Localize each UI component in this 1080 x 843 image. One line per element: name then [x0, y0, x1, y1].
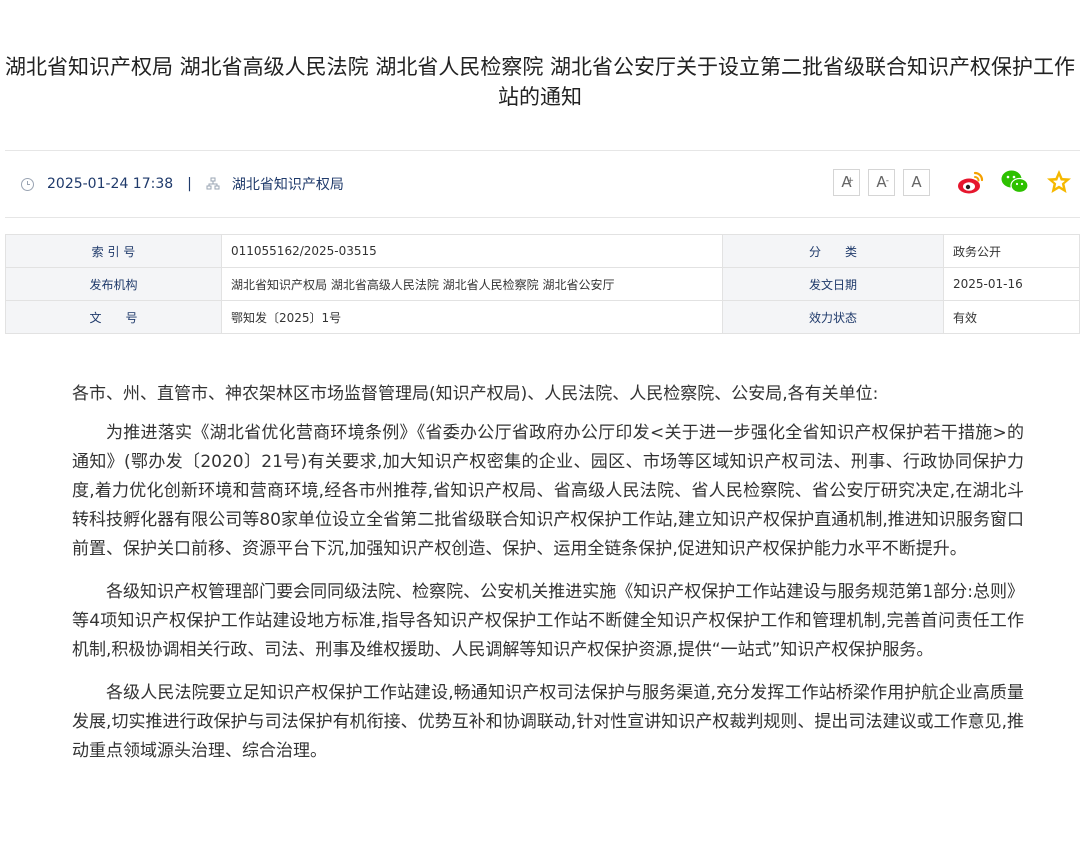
- favorite-star-icon[interactable]: [1044, 167, 1074, 197]
- font-larger-sup: +: [846, 175, 854, 186]
- publish-datetime: 2025-01-24 17:38: [47, 176, 174, 192]
- tools: A + A- A: [833, 167, 1074, 197]
- font-default-button[interactable]: A: [903, 168, 930, 196]
- paragraph-3: 各级人民法院要立足知识产权保护工作站建设,畅通知识产权司法保护与服务渠道,充分发…: [72, 683, 1024, 761]
- publish-info: 2025-01-24 17:38 | 湖北省知识产权局: [21, 174, 344, 194]
- org-chart-icon: [206, 177, 220, 190]
- weibo-icon[interactable]: [956, 167, 986, 197]
- font-larger-button[interactable]: A +: [833, 168, 860, 196]
- category-label: 分 类: [722, 234, 944, 268]
- table-row: 文 号 鄂知发〔2025〕1号 效力状态 有效: [5, 300, 1080, 334]
- table-row: 发布机构 湖北省知识产权局 湖北省高级人民法院 湖北省人民检察院 湖北省公安厅 …: [5, 267, 1080, 301]
- wechat-icon[interactable]: [1000, 167, 1030, 197]
- issue-date-value: 2025-01-16: [943, 267, 1080, 301]
- document-number-value: 鄂知发〔2025〕1号: [221, 300, 723, 334]
- index-number-value: 011055162/2025-03515: [221, 234, 723, 268]
- issuer-value: 湖北省知识产权局 湖北省高级人民法院 湖北省人民检察院 湖北省公安厅: [221, 267, 723, 301]
- clock-icon: [21, 177, 34, 191]
- issue-date-label: 发文日期: [722, 267, 944, 301]
- index-number-label: 索 引 号: [5, 234, 222, 268]
- issuer-label: 发布机构: [5, 267, 222, 301]
- publish-source: 湖北省知识产权局: [231, 177, 344, 193]
- document-number-label: 文 号: [5, 300, 222, 334]
- table-row: 索 引 号 011055162/2025-03515 分 类 政务公开: [5, 234, 1080, 268]
- meta-bar: 2025-01-24 17:38 | 湖北省知识产权局 A + A- A: [5, 150, 1080, 218]
- salutation: 各市、州、直管市、神农架林区市场监督管理局(知识产权局)、人民法院、人民检察院、…: [72, 384, 879, 404]
- meta-separator: |: [187, 176, 192, 192]
- font-default-label: A: [911, 172, 922, 191]
- font-smaller-button[interactable]: A-: [868, 168, 895, 196]
- validity-status-value: 有效: [943, 300, 1080, 334]
- category-value: 政务公开: [943, 234, 1080, 268]
- paragraph-2: 各级知识产权管理部门要会同同级法院、检察院、公安机关推进实施《知识产权保护工作站…: [72, 582, 1024, 660]
- title-section: 湖北省知识产权局 湖北省高级人民法院 湖北省人民检察院 湖北省公安厅关于设立第二…: [0, 52, 1080, 112]
- article-title: 湖北省知识产权局 湖北省高级人民法院 湖北省人民检察院 湖北省公安厅关于设立第二…: [4, 55, 1076, 109]
- validity-status-label: 效力状态: [722, 300, 944, 334]
- paragraph-1: 为推进落实《湖北省优化营商环境条例》《省委办公厅省政府办公厅印发<关于进一步强化…: [72, 423, 1024, 559]
- document-info-table: 索 引 号 011055162/2025-03515 分 类 政务公开 发布机构…: [5, 234, 1080, 334]
- font-smaller-sup: -: [885, 175, 889, 186]
- article-body: 各市、州、直管市、神农架林区市场监督管理局(知识产权局)、人民法院、人民检察院、…: [72, 380, 1024, 780]
